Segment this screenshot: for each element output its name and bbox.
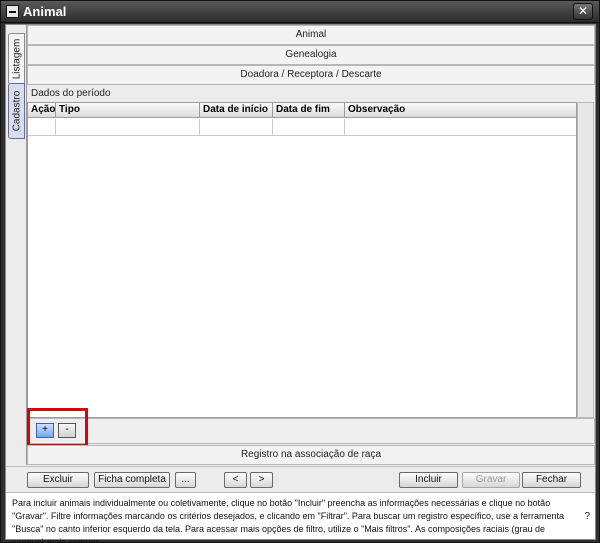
cell-data-inicio[interactable] [200,119,273,135]
gravar-button[interactable]: Gravar [462,472,520,488]
excluir-button[interactable]: Excluir [27,472,89,488]
section-doadora-receptora-descarte[interactable]: Doadora / Receptora / Descarte [27,65,595,85]
section-animal[interactable]: Animal [27,25,595,45]
col-observacao[interactable]: Observação [345,103,576,118]
vertical-tabs: Listagem Cadastro [6,25,26,465]
cell-observacao[interactable] [345,119,576,135]
cell-tipo[interactable] [56,119,200,135]
help-text: Para incluir animais individualmente ou … [12,498,564,543]
fechar-button[interactable]: Fechar [522,472,581,488]
tab-listagem-label: Listagem [11,38,22,80]
main-panel: Animal Genealogia Doadora / Receptora / … [26,25,595,465]
periodo-grid[interactable]: Ação Tipo Data de início Data de fim Obs… [27,102,577,418]
grid-footer-panel [27,418,595,444]
animal-window: Animal ✕ Listagem Cadastro Animal Geneal… [0,0,600,543]
col-data-inicio[interactable]: Data de início [200,103,273,118]
cell-acao[interactable] [28,119,56,135]
cell-data-fim[interactable] [273,119,345,135]
section-registro-associacao[interactable]: Registro na associação de raça [27,445,595,465]
table-row[interactable] [28,119,576,136]
section-genealogia[interactable]: Genealogia [27,45,595,65]
window-client: Listagem Cadastro Animal Genealogia Doad… [5,24,596,543]
tab-listagem[interactable]: Listagem [8,33,25,85]
col-acao[interactable]: Ação [28,103,56,118]
next-button[interactable]: > [250,472,273,488]
ficha-completa-button[interactable]: Ficha completa [94,472,170,488]
incluir-button[interactable]: Incluir [399,472,458,488]
title-bar: Animal ✕ [1,1,599,23]
help-panel: Para incluir animais individualmente ou … [6,492,595,543]
tab-cadastro[interactable]: Cadastro [8,83,25,139]
bottom-toolbar: Excluir Ficha completa ... < > Incluir G… [6,466,595,492]
more-button[interactable]: ... [175,472,196,488]
grid-header: Ação Tipo Data de início Data de fim Obs… [28,103,576,118]
highlight-box [27,408,88,447]
grid-vertical-scrollbar[interactable] [577,102,594,418]
periodo-label: Dados do período [31,88,111,99]
help-question-icon[interactable]: ? [584,511,590,522]
close-button[interactable]: ✕ [573,3,593,20]
col-data-fim[interactable]: Data de fim [273,103,345,118]
previous-button[interactable]: < [224,472,247,488]
window-menu-icon[interactable] [6,5,19,18]
window-title: Animal [23,4,67,19]
tab-cadastro-label: Cadastro [11,90,22,132]
col-tipo[interactable]: Tipo [56,103,200,118]
